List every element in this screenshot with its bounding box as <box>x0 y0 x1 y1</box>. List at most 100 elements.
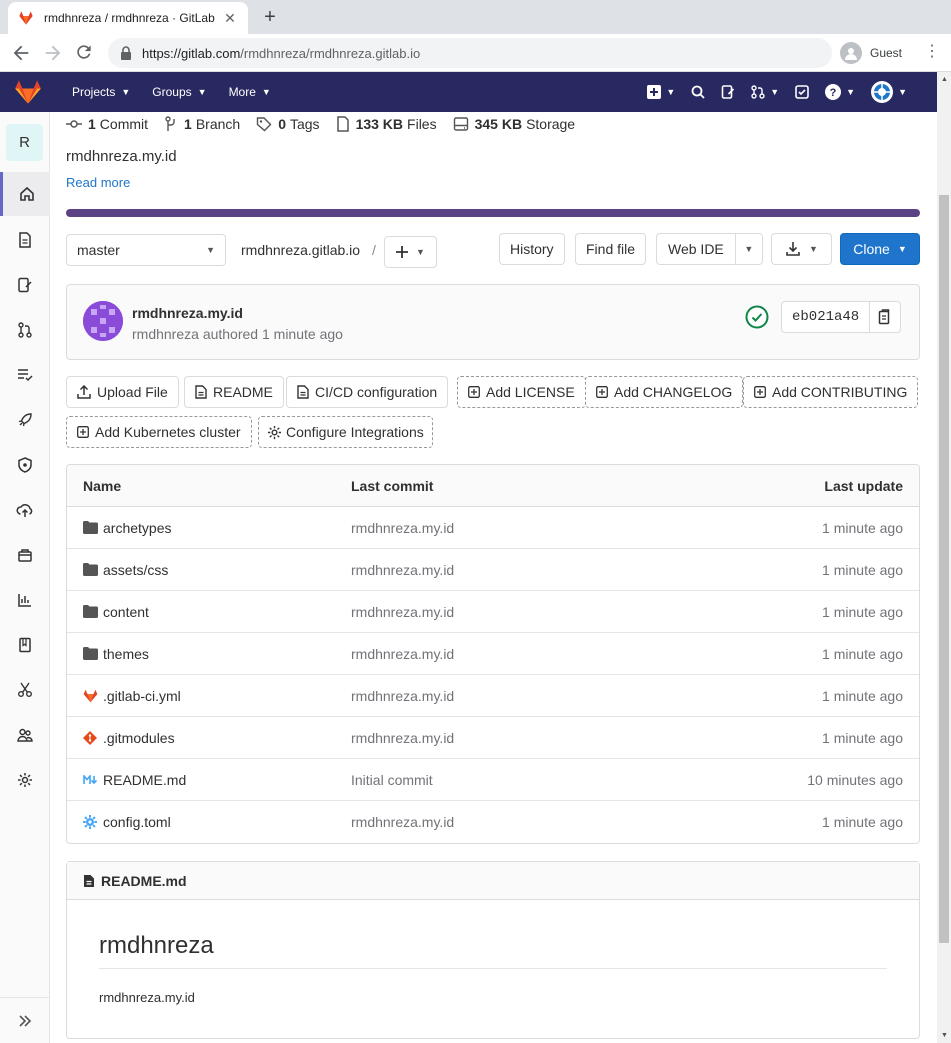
file-last-commit-link[interactable]: rmdhnreza.my.id <box>351 814 651 830</box>
branches-link[interactable]: 1 Branch <box>164 116 240 132</box>
groups-menu[interactable]: Groups ▼ <box>146 78 212 106</box>
repo-path-breadcrumb[interactable]: rmdhnreza.gitlab.io <box>241 242 360 258</box>
author-avatar[interactable] <box>83 301 123 341</box>
readme-filename-link[interactable]: README.md <box>101 873 187 889</box>
search-button[interactable] <box>683 78 713 106</box>
todos-button[interactable] <box>787 78 817 106</box>
sidebar-item-members[interactable] <box>0 713 50 757</box>
find-file-button[interactable]: Find file <box>575 233 647 265</box>
commit-sha-group: eb021a48 <box>781 301 902 333</box>
table-row[interactable]: themes rmdhnreza.my.id 1 minute ago <box>67 633 919 675</box>
file-last-commit-link[interactable]: rmdhnreza.my.id <box>351 646 651 662</box>
new-item-button[interactable]: ▼ <box>639 78 683 106</box>
sidebar-item-settings[interactable] <box>0 758 50 802</box>
table-row[interactable]: config.toml rmdhnreza.my.id 1 minute ago <box>67 801 919 843</box>
issues-button[interactable] <box>713 78 743 106</box>
sidebar-item-analytics[interactable] <box>0 578 50 622</box>
new-tab-button[interactable]: + <box>258 6 282 30</box>
file-name-link[interactable]: archetypes <box>103 520 171 536</box>
copy-sha-button[interactable] <box>870 302 900 332</box>
plus-square-icon <box>596 386 608 398</box>
browser-tab[interactable]: rmdhnreza / rmdhnreza · GitLab ✕ <box>8 2 248 34</box>
issues-icon <box>17 277 33 293</box>
history-button[interactable]: History <box>499 233 565 265</box>
sidebar-item-ci-cd[interactable] <box>0 398 50 442</box>
user-menu-button[interactable]: ▼ <box>863 78 915 106</box>
file-last-commit-link[interactable]: rmdhnreza.my.id <box>351 688 651 704</box>
readme-button[interactable]: README <box>184 376 284 408</box>
read-more-link[interactable]: Read more <box>66 175 130 190</box>
commits-link[interactable]: 1 Commit <box>66 116 148 132</box>
file-last-commit-link[interactable]: rmdhnreza.my.id <box>351 520 651 536</box>
more-menu[interactable]: More ▼ <box>223 78 277 106</box>
sidebar-item-merge-requests[interactable] <box>0 308 50 352</box>
projects-menu[interactable]: Projects ▼ <box>66 78 136 106</box>
add-to-tree-button[interactable]: ▼ <box>384 236 437 268</box>
clone-button[interactable]: Clone ▼ <box>840 233 920 265</box>
sidebar-item-security[interactable] <box>0 443 50 487</box>
file-last-commit-link[interactable]: rmdhnreza.my.id <box>351 562 651 578</box>
table-row[interactable]: assets/css rmdhnreza.my.id 1 minute ago <box>67 549 919 591</box>
add-kubernetes-cluster-button[interactable]: Add Kubernetes cluster <box>66 416 252 448</box>
file-last-commit-link[interactable]: rmdhnreza.my.id <box>351 604 651 620</box>
profile-button[interactable]: Guest <box>840 39 910 67</box>
file-last-commit-link[interactable]: rmdhnreza.my.id <box>351 730 651 746</box>
folder-icon <box>83 521 99 534</box>
commit-sha[interactable]: eb021a48 <box>782 302 871 332</box>
scrollbar-thumb[interactable] <box>939 195 949 943</box>
file-name-link[interactable]: config.toml <box>103 814 171 830</box>
readme-header: README.md <box>67 862 919 900</box>
upload-file-button[interactable]: Upload File <box>66 376 179 408</box>
user-avatar-icon <box>871 81 894 103</box>
web-ide-dropdown[interactable]: ▼ <box>736 244 762 254</box>
sidebar-item-project-overview[interactable] <box>0 172 50 216</box>
sidebar-item-wiki[interactable] <box>0 623 50 667</box>
chevron-down-icon: ▼ <box>809 244 818 254</box>
table-row[interactable]: archetypes rmdhnreza.my.id 1 minute ago <box>67 507 919 549</box>
gitlab-logo-icon[interactable] <box>0 72 56 112</box>
branch-selector[interactable]: master ▼ <box>66 234 226 266</box>
table-row[interactable]: content rmdhnreza.my.id 1 minute ago <box>67 591 919 633</box>
pipeline-passed-icon[interactable] <box>745 305 769 329</box>
tags-link[interactable]: 0 Tags <box>256 116 320 132</box>
tab-close-icon[interactable]: ✕ <box>222 10 238 27</box>
sidebar-item-issues[interactable] <box>0 263 50 307</box>
file-name-link[interactable]: README.md <box>103 772 186 788</box>
scroll-down-icon[interactable]: ▼ <box>941 1032 948 1039</box>
sidebar-item-packages[interactable] <box>0 533 50 577</box>
commit-title-link[interactable]: rmdhnreza.my.id <box>132 305 243 321</box>
file-last-commit-link[interactable]: Initial commit <box>351 772 651 788</box>
file-name-link[interactable]: themes <box>103 646 149 662</box>
download-button[interactable]: ▼ <box>771 233 832 265</box>
scroll-up-icon[interactable]: ▲ <box>941 76 948 83</box>
cicd-configuration-button[interactable]: CI/CD configuration <box>286 376 449 408</box>
browser-menu-icon[interactable]: ⋮ <box>924 42 940 62</box>
forward-icon[interactable] <box>42 42 64 64</box>
add-contributing-button[interactable]: Add CONTRIBUTING <box>743 376 919 408</box>
file-name-link[interactable]: assets/css <box>103 562 168 578</box>
file-name-link[interactable]: content <box>103 604 149 620</box>
file-name-link[interactable]: .gitlab-ci.yml <box>103 688 181 704</box>
project-avatar[interactable]: R <box>6 124 43 161</box>
file-last-update: 1 minute ago <box>822 603 903 620</box>
reload-icon[interactable] <box>74 42 96 64</box>
sidebar-item-repository[interactable] <box>0 218 50 262</box>
add-changelog-button[interactable]: Add CHANGELOG <box>585 376 744 408</box>
merge-requests-button[interactable]: ▼ <box>743 78 787 106</box>
help-button[interactable]: ? ▼ <box>817 78 863 106</box>
configure-integrations-button[interactable]: Configure Integrations <box>258 416 433 448</box>
readme-body: rmdhnreza.my.id <box>99 990 195 1005</box>
back-icon[interactable] <box>10 42 32 64</box>
table-row[interactable]: README.md Initial commit 10 minutes ago <box>67 759 919 801</box>
sidebar-item-snippets[interactable] <box>0 668 50 712</box>
add-license-button[interactable]: Add LICENSE <box>457 376 586 408</box>
table-row[interactable]: .gitmodules rmdhnreza.my.id 1 minute ago <box>67 717 919 759</box>
collapse-sidebar-button[interactable] <box>0 997 50 1043</box>
sidebar-item-deployments[interactable] <box>0 488 50 532</box>
commit-author-link[interactable]: rmdhnreza <box>132 326 199 342</box>
web-ide-button[interactable]: Web IDE <box>657 234 736 264</box>
address-bar[interactable]: https://gitlab.com/rmdhnreza/rmdhnreza.g… <box>108 38 832 68</box>
file-name-link[interactable]: .gitmodules <box>103 730 175 746</box>
sidebar-item-requirements[interactable] <box>0 353 50 397</box>
table-row[interactable]: .gitlab-ci.yml rmdhnreza.my.id 1 minute … <box>67 675 919 717</box>
